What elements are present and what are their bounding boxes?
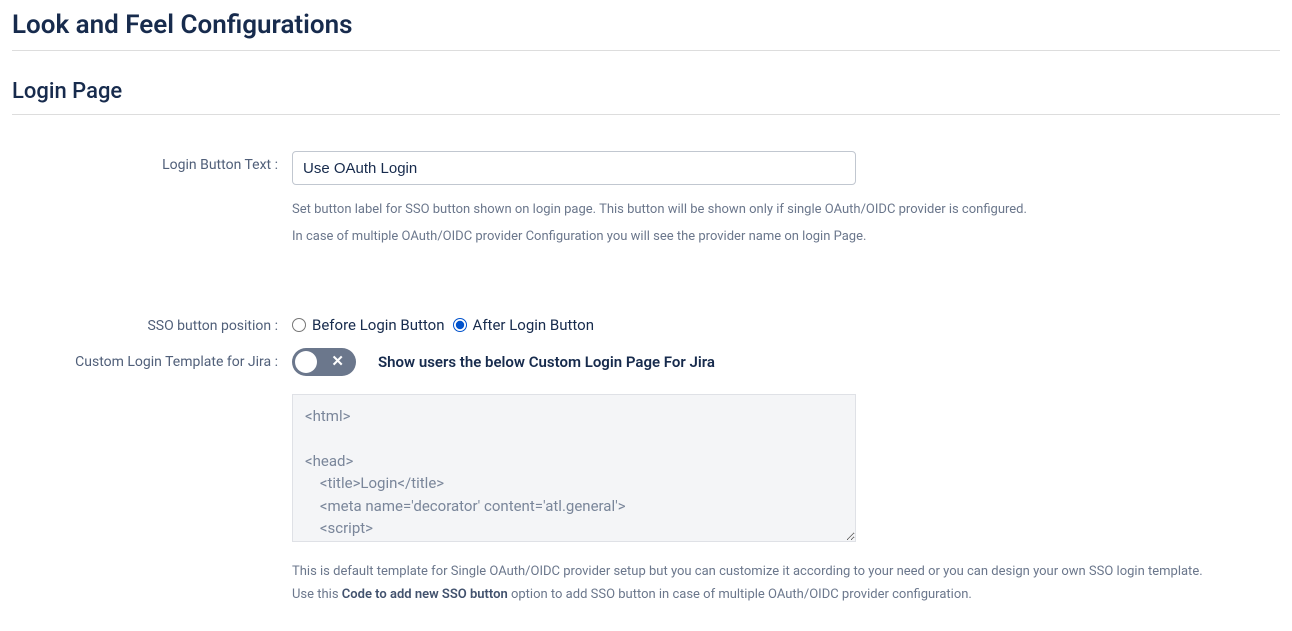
login-button-text-help2: In case of multiple OAuth/OIDC provider … [292, 226, 1192, 247]
login-button-text-input[interactable] [292, 151, 856, 185]
custom-template-toggle[interactable]: ✕ [292, 348, 356, 376]
sso-position-after-option[interactable]: After Login Button [453, 316, 595, 334]
close-icon: ✕ [331, 354, 344, 369]
sso-position-after-label: After Login Button [473, 316, 595, 334]
login-button-text-help1: Set button label for SSO button shown on… [292, 199, 1192, 220]
sso-position-label: SSO button position : [12, 312, 292, 334]
custom-template-desc: This is default template for Single OAut… [292, 560, 1212, 607]
sso-position-before-label: Before Login Button [312, 316, 445, 334]
login-button-text-label: Login Button Text : [12, 151, 292, 173]
sso-position-before-option[interactable]: Before Login Button [292, 316, 445, 334]
sso-position-after-radio[interactable] [453, 318, 467, 332]
sso-position-before-radio[interactable] [292, 318, 306, 332]
page-title: Look and Feel Configurations [12, 10, 1280, 51]
custom-template-toggle-label: Show users the below Custom Login Page F… [378, 353, 715, 371]
toggle-knob [295, 351, 317, 373]
section-title: Login Page [12, 79, 1280, 115]
custom-template-code-textarea[interactable] [292, 394, 856, 542]
custom-template-label: Custom Login Template for Jira : [12, 348, 292, 370]
